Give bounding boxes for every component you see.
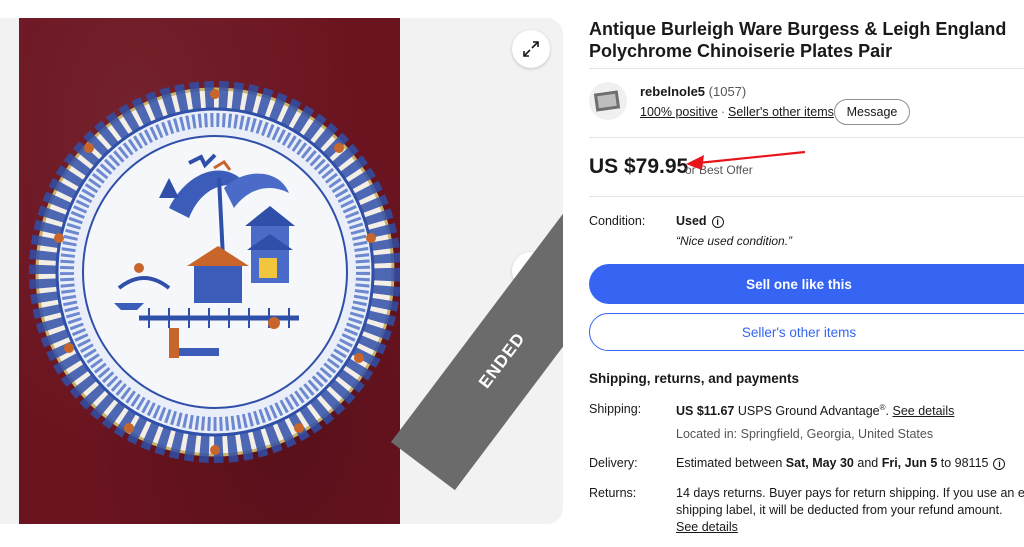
listing-title: Antique Burleigh Ware Burgess & Leigh En… xyxy=(589,19,1007,61)
item-location: Located in: Springfield, Georgia, United… xyxy=(676,427,934,441)
delivery-prefix: Estimated between xyxy=(676,456,786,470)
other-items-button-label: Seller's other items xyxy=(741,324,857,340)
returns-line-1: 14 days returns. Buyer pays for return s… xyxy=(676,486,1024,500)
delivery-info-icon[interactable]: i xyxy=(993,457,1006,470)
shipping-see-details-link[interactable]: See details xyxy=(893,404,955,418)
returns-line-2: shipping label, it will be deducted from… xyxy=(676,503,1003,517)
shipping-label: Shipping: xyxy=(589,402,642,416)
seller-avatar[interactable] xyxy=(589,82,627,120)
condition-label: Condition: xyxy=(589,214,646,228)
delivery-end-date: Fri, Jun 5 xyxy=(881,456,938,470)
item-price: US $79.95 xyxy=(589,155,689,178)
sell-button-label: Sell one like this xyxy=(746,276,852,292)
annotation-arrow-icon xyxy=(686,150,806,170)
ended-ribbon: ENDED xyxy=(391,202,563,491)
shipping-details: US $11.67 USPS Ground Advantage®. See de… xyxy=(676,403,955,419)
shipping-section-heading: Shipping, returns, and payments xyxy=(589,371,800,386)
returns-label: Returns: xyxy=(589,486,637,500)
image-gallery: ENDED xyxy=(0,18,563,524)
seller-other-items-link[interactable]: Seller's other items xyxy=(728,105,834,119)
message-button[interactable]: Message xyxy=(834,99,910,125)
shipping-service: USPS Ground Advantage xyxy=(737,404,880,419)
condition-value: Used xyxy=(676,214,707,228)
delivery-zip: to 98115 xyxy=(937,456,989,470)
returns-see-details-link[interactable]: See details xyxy=(676,520,738,534)
ended-badge-text: ENDED xyxy=(474,328,529,392)
seller-feedback-score: (1057) xyxy=(708,84,747,99)
divider xyxy=(589,68,1024,69)
delivery-and: and xyxy=(853,456,882,470)
sell-one-like-this-button[interactable]: Sell one like this xyxy=(589,264,1024,304)
divider xyxy=(589,196,1024,197)
registered-mark: ® xyxy=(879,403,886,412)
next-image-button[interactable] xyxy=(512,252,550,290)
chevron-right-icon xyxy=(528,265,536,277)
product-photo[interactable] xyxy=(19,18,400,524)
seller-feedback-link[interactable]: 100% positive xyxy=(640,105,718,119)
expand-image-button[interactable] xyxy=(512,30,550,68)
delivery-estimate: Estimated between Sat, May 30 and Fri, J… xyxy=(676,456,1006,470)
delivery-label: Delivery: xyxy=(589,456,638,470)
sellers-other-items-button[interactable]: Seller's other items xyxy=(589,313,1024,351)
divider xyxy=(589,137,1024,138)
delivery-start-date: Sat, May 30 xyxy=(785,456,854,470)
shipping-price: US $11.67 xyxy=(676,404,735,419)
seller-name[interactable]: rebelnole5 xyxy=(640,84,705,99)
expand-icon xyxy=(523,41,539,57)
info-icon[interactable]: i xyxy=(711,215,724,228)
condition-description: “Nice used condition.” xyxy=(676,234,793,248)
seller-image-icon xyxy=(593,90,621,112)
